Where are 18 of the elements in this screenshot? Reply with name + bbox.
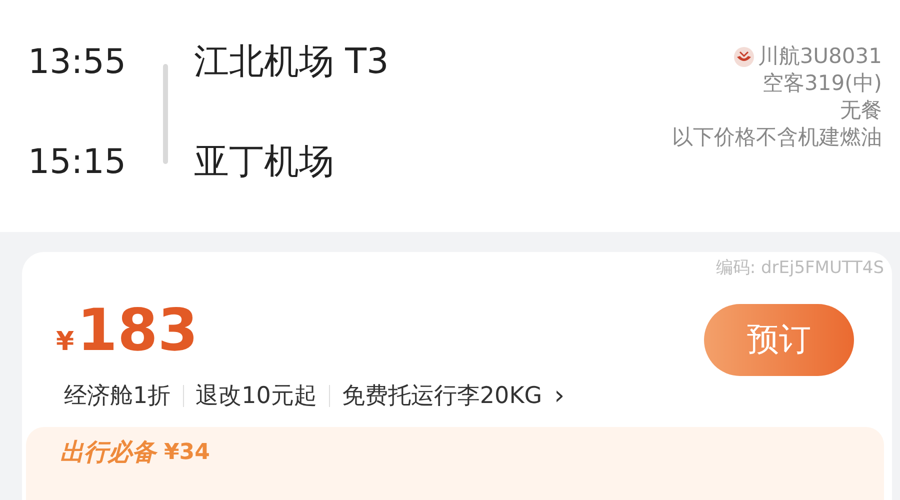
currency-symbol: ¥ <box>56 327 74 357</box>
price: 183 <box>77 297 198 363</box>
arrival-time: 15:15 <box>28 141 127 184</box>
flight-number: 川航3U8031 <box>758 43 882 70</box>
fare-tag: 免费托运行李20KG <box>342 380 542 411</box>
more-chevron[interactable]: › <box>554 380 564 410</box>
flight-info: 无餐 <box>840 97 882 124</box>
extras-price: ¥34 <box>164 440 210 464</box>
fare-tag: 退改10元起 <box>196 380 317 411</box>
airline-logo-icon <box>732 46 755 68</box>
extras-title: 出行必备 <box>60 437 156 468</box>
fare-tag: 经济舱1折 <box>64 380 171 411</box>
offer-code: 编码: drEj5FMUTT4S <box>714 257 884 278</box>
departure-time: 13:55 <box>28 41 127 84</box>
departure-airport: 江北机场 T3 <box>194 41 390 84</box>
arrival-airport: 亚丁机场 <box>194 141 335 184</box>
flight-info: 空客319(中) <box>762 70 882 97</box>
flight-info: 以下价格不含机建燃油 <box>672 124 882 151</box>
